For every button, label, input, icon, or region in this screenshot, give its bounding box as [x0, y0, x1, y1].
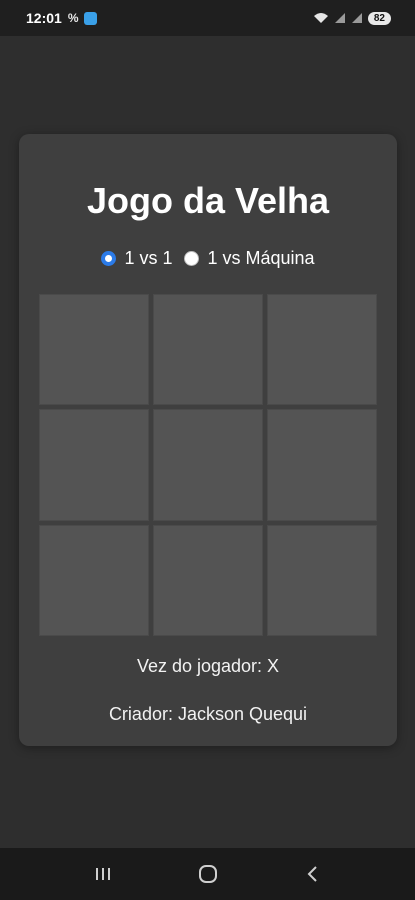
turn-indicator: Vez do jogador: X [136, 656, 280, 676]
back-icon [307, 866, 317, 882]
page-title: Jogo da Velha [86, 180, 330, 221]
board-cell[interactable] [267, 524, 377, 636]
mode-option-vs-machine[interactable]: 1 vs Máquina [184, 248, 315, 269]
board-cell[interactable] [153, 294, 263, 406]
game-board [39, 294, 377, 636]
signal-icon-2 [351, 13, 362, 23]
board-cell[interactable] [153, 409, 263, 521]
recent-apps-icon [95, 868, 110, 880]
navigation-bar [0, 848, 415, 900]
signal-icon [334, 13, 345, 23]
recent-apps-button[interactable] [83, 854, 123, 894]
status-percent-glyph: % [67, 11, 79, 25]
status-left: 12:01 % [26, 10, 98, 26]
board-cell[interactable] [39, 294, 149, 406]
radio-1v1[interactable] [101, 251, 117, 266]
home-button[interactable] [188, 854, 228, 894]
notification-app-icon [84, 11, 98, 25]
board-cell[interactable] [39, 409, 149, 521]
board-cell[interactable] [39, 524, 149, 636]
status-bar: 12:01 % 82 [0, 0, 415, 36]
mode-label-1v1: 1 vs 1 [124, 248, 173, 268]
back-button[interactable] [293, 854, 333, 894]
board-cell[interactable] [267, 294, 377, 406]
board-cell[interactable] [267, 409, 377, 521]
radio-vs-machine[interactable] [184, 251, 200, 266]
mode-label-vs-machine: 1 vs Máquina [207, 248, 315, 268]
status-right: 82 [313, 11, 391, 25]
battery-indicator: 82 [367, 11, 391, 25]
status-time: 12:01 [26, 10, 62, 26]
mode-selector: 1 vs 1 1 vs Máquina [19, 248, 397, 269]
home-icon [198, 865, 217, 883]
board-cell[interactable] [153, 524, 263, 636]
creator-credit: Criador: Jackson Quequi [108, 704, 308, 724]
wifi-icon [313, 13, 328, 23]
mode-option-1v1[interactable]: 1 vs 1 [101, 248, 172, 269]
app-area: Jogo da Velha 1 vs 1 1 vs Máquina Vez do… [0, 36, 415, 848]
game-card: Jogo da Velha 1 vs 1 1 vs Máquina Vez do… [19, 134, 397, 746]
